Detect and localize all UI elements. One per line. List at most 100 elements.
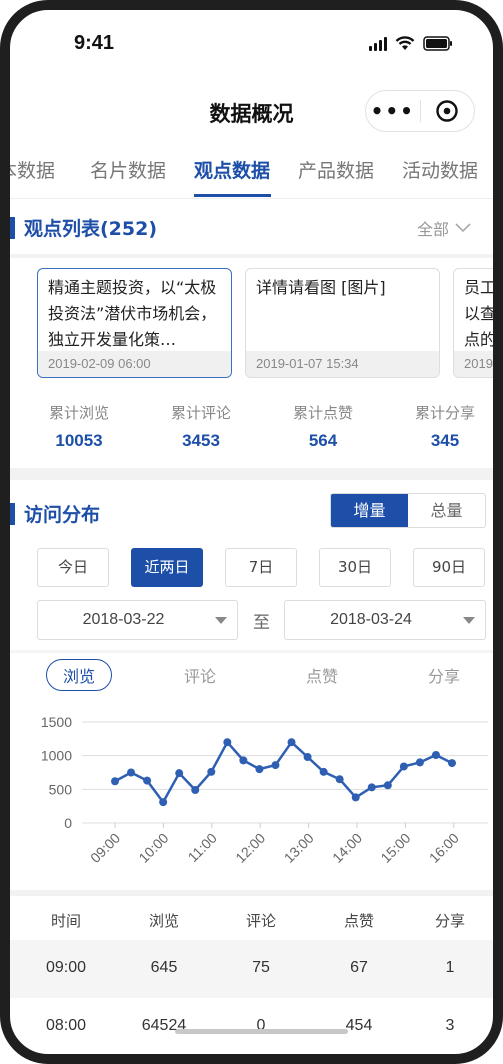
y-tick-label: 1000	[41, 748, 72, 764]
range-today-button[interactable]: 今日	[37, 548, 109, 587]
range-90-days-button[interactable]: 90日	[413, 548, 485, 587]
mini-program-capsule: •••	[365, 90, 475, 132]
y-tick-label: 500	[49, 781, 73, 797]
x-tick-label: 10:00	[135, 830, 171, 866]
cell-views: 645	[150, 959, 178, 976]
total-toggle[interactable]: 总量	[408, 494, 485, 527]
viewpoint-section-header: 观点列表(252)	[10, 214, 157, 241]
table-header: 时间 浏览 评论 点赞 分享	[10, 896, 493, 940]
viewpoint-card[interactable]: 精通主题投资，以“太极投资法”潜伏市场机会，独立开发量化策… 2019-02-0…	[37, 268, 232, 378]
status-bar: 9:41	[10, 10, 493, 90]
stat-label: 累计浏览	[48, 404, 109, 422]
tab-product-data[interactable]: 产品数据	[298, 156, 374, 183]
more-button[interactable]: •••	[366, 90, 420, 132]
range-7-days-button[interactable]: 7日	[225, 548, 297, 587]
col-likes-header: 点赞	[343, 912, 374, 930]
viewpoint-card-date: 2019-02-09 06:00	[38, 351, 231, 377]
screen: 9:41 数据概况 ••• 本数据 名片数据 观点数据 产品数据 活动数据 观点…	[10, 10, 493, 1054]
table-row: 09:00 645 75 67 1	[10, 940, 493, 998]
mode-toggle: 增量 总量	[330, 493, 486, 528]
table-row: 08:00 64524 0 454 3	[10, 998, 493, 1054]
data-point	[303, 753, 312, 762]
y-tick-label: 1500	[41, 714, 72, 730]
y-tick-label: 0	[64, 815, 72, 831]
section-accent-bar	[10, 502, 15, 525]
cell-time: 09:00	[45, 959, 87, 976]
stat-value: 564	[308, 431, 338, 450]
data-point	[335, 775, 344, 784]
data-point	[239, 756, 248, 765]
stat-label: 累计评论	[170, 404, 231, 422]
divider-band	[10, 254, 493, 258]
col-comments-header: 评论	[245, 912, 276, 930]
increment-toggle[interactable]: 增量	[331, 494, 408, 527]
stat-value: 345	[430, 431, 460, 450]
data-point	[207, 767, 216, 776]
x-tick-label: 15:00	[377, 830, 413, 866]
viewpoint-card-text: 精通主题投资，以“太极投资法”潜伏市场机会，独立开发量化策…	[48, 278, 217, 349]
x-tick-label: 12:00	[232, 830, 268, 866]
category-tabs: 本数据 名片数据 观点数据 产品数据 活动数据	[10, 148, 493, 199]
viewpoint-card-text: 详情请看图 [图片]	[256, 278, 386, 297]
viewpoint-card[interactable]: 详情请看图 [图片] 2019-01-07 15:34	[245, 268, 440, 378]
tab-viewpoint-data[interactable]: 观点数据	[194, 156, 270, 183]
x-tick-label: 16:00	[426, 830, 462, 866]
date-separator: 至	[253, 613, 270, 633]
battery-icon	[423, 36, 453, 51]
divider-band	[10, 650, 493, 653]
cell-comments: 75	[252, 959, 270, 976]
start-date-select[interactable]: 2018-03-22	[37, 600, 238, 640]
signal-icon	[369, 37, 387, 51]
x-tick-label: 09:00	[87, 830, 123, 866]
stat-label: 累计分享	[414, 404, 475, 422]
metric-views-tab[interactable]: 浏览	[46, 659, 113, 691]
col-views-header: 浏览	[148, 912, 179, 930]
data-point	[127, 768, 136, 777]
range-two-days-button[interactable]: 近两日	[131, 548, 203, 587]
stat-total-comments: 累计评论 3453	[146, 402, 256, 451]
data-point	[175, 769, 184, 778]
tab-event-data[interactable]: 活动数据	[402, 156, 478, 183]
viewpoint-card[interactable]: 员工近以查看点的近 2019-	[453, 268, 497, 378]
stat-total-likes: 累计点赞 564	[268, 402, 378, 451]
data-point	[367, 783, 376, 792]
data-point	[111, 777, 119, 786]
viewpoint-card-date: 2019-	[454, 351, 493, 377]
metric-shares-tab[interactable]: 分享	[428, 663, 460, 687]
metric-comments-tab[interactable]: 评论	[184, 663, 216, 687]
tab-basic-data[interactable]: 本数据	[10, 156, 55, 183]
start-date-value: 2018-03-22	[82, 611, 165, 628]
series-line	[114, 740, 453, 804]
range-30-days-button[interactable]: 30日	[319, 548, 391, 587]
col-time-header: 时间	[50, 912, 81, 930]
metric-likes-tab[interactable]: 点赞	[306, 663, 338, 687]
status-icons	[369, 36, 453, 51]
caret-down-icon	[463, 617, 475, 624]
stat-total-views: 累计浏览 10053	[24, 402, 134, 451]
filter-dropdown[interactable]: 全部	[417, 216, 471, 240]
divider-band	[10, 468, 493, 480]
stat-total-shares: 累计分享 345	[390, 402, 493, 451]
cell-time: 08:00	[45, 1017, 87, 1034]
data-point	[159, 798, 168, 807]
nav-bar: 数据概况 •••	[10, 90, 493, 136]
x-tick-label: 13:00	[281, 830, 317, 866]
data-point	[351, 793, 360, 802]
data-point	[448, 759, 456, 768]
caret-down-icon	[215, 617, 227, 624]
end-date-select[interactable]: 2018-03-24	[284, 600, 486, 640]
close-button[interactable]	[421, 99, 475, 123]
viewpoint-card-text: 员工近以查看点的近	[464, 278, 497, 349]
visits-section-header: 访问分布	[10, 500, 100, 527]
wifi-icon	[395, 36, 415, 51]
stat-value: 3453	[182, 431, 220, 450]
viewpoint-card-date: 2019-01-07 15:34	[246, 351, 439, 377]
filter-label: 全部	[416, 220, 449, 239]
visits-line-chart: 0 500 1000 1500 09:00 10:00 11:00 12:00 13:00 14:…	[41, 714, 488, 866]
end-date-value: 2018-03-24	[330, 611, 412, 628]
visits-title: 访问分布	[24, 504, 101, 526]
data-point	[255, 765, 264, 774]
tab-card-data[interactable]: 名片数据	[90, 156, 166, 183]
status-time: 9:41	[74, 32, 115, 54]
data-point	[415, 758, 424, 767]
